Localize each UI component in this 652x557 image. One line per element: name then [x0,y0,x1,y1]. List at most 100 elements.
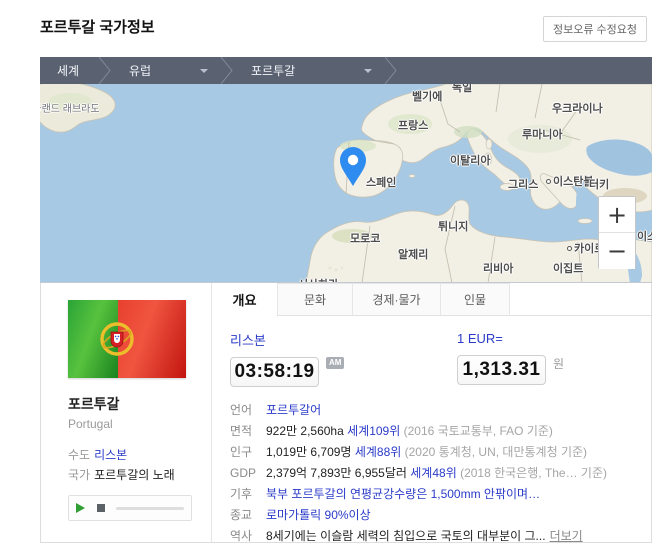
breadcrumb-separator-icon [98,57,112,84]
map-label: 알제리 [398,249,429,261]
breadcrumb-item-europe[interactable]: 유럽 [112,57,220,84]
fact-label: 기후 [230,487,253,501]
map-label: 이집트 [553,263,584,275]
tab-bar-filler [510,283,651,315]
exchange-rate-block: 1 EUR= 1,313.31 원 [457,330,564,387]
tab-economy[interactable]: 경제·물가 [352,283,440,315]
fact-text: (2016 국토교통부, FAO 기준) [400,424,553,438]
map-label: 이스라엘 [637,231,652,243]
zoom-in-button[interactable]: + [599,197,635,233]
fact-link[interactable]: 세계109위 [347,424,400,438]
country-detail-panel: 포르투갈 Portugal 수도 리스본 국가 포르투갈의 노래 개요 문화 경제·물가… [40,283,652,543]
fact-row: 종교 로마가톨릭 90%이상 [230,505,651,526]
time-currency-row: 리스본 03:58:19 AM 1 EUR= 1,313.31 원 [230,330,651,387]
map-label: 그리스 [508,179,539,191]
fact-row: 역사 8세기에는 이슬람 세력의 침입으로 국토의 대부분이 그... 더보기 [230,526,651,547]
breadcrumb-label: 포르투갈 [251,64,296,78]
fact-text: 922만 2,560ha [266,424,348,438]
fact-label: 역사 [230,529,253,543]
fact-text: (2020 통계청, UN, 대만통계청 기준) [401,445,588,459]
fact-label: 종교 [230,508,253,522]
anthem-title: 포르투갈의 노래 [94,468,175,482]
audio-progress-bar[interactable] [116,506,184,510]
anthem-label: 국가 [68,468,91,482]
currency-rate-link[interactable]: 1 EUR= [457,331,503,346]
play-button[interactable] [76,503,85,513]
fact-row: 면적 922만 2,560ha 세계109위 (2016 국토교통부, FAO 기… [230,421,651,442]
fact-text: 2,379억 7,893만 6,955달러 [266,466,411,480]
flag-emblem [100,322,134,356]
map-label: 우크라이나 [552,103,603,115]
fact-value: 2,379억 7,893만 6,955달러 세계48위 (2018 한국은행, … [266,463,607,484]
fact-label: 면적 [230,424,253,438]
breadcrumb-label: 유럽 [129,64,152,78]
location-pin-icon [340,147,366,186]
fact-value: 8세기에는 이슬람 세력의 침입으로 국토의 대부분이 그... 더보기 [266,526,583,547]
map-label: 리비아 [483,263,514,275]
local-time-display: 03:58:19 [230,357,319,387]
map-label: 모로코 [350,233,381,245]
breadcrumb: 세계 유럽 포르투갈 [40,57,652,84]
fact-value: 포르투갈어 [266,400,321,421]
capital-time-link[interactable]: 리스본 [230,330,266,349]
world-map[interactable]: 뉴펀들랜드 래브라도 벨기에 독일프랑스 우크라이나루마니아이탈리아스페인 그리스 이스탄… [40,84,652,283]
fact-row: 언어 포르투갈어 [230,400,651,421]
map-label: 튀니지 [438,221,469,233]
capital-label: 수도 [68,448,91,462]
page-header: 포르투갈 국가정보 정보오류 수정요청 [40,14,652,42]
map-label: 터키 [589,179,610,191]
map-label: 독일 [452,84,473,94]
map-label: 서사하라 [298,276,338,282]
fact-link[interactable]: 포르투갈어 [266,403,321,417]
breadcrumb-label: 세계 [57,64,80,78]
fact-value: 북부 포르투갈의 연평균강수량은 1,500mm 안팎이며… [266,484,540,505]
stop-button[interactable] [97,504,105,512]
fact-label: GDP [230,466,257,480]
fact-link[interactable]: 로마가톨릭 90%이상 [266,508,371,522]
fact-label: 인구 [230,445,253,459]
country-summary-column: 포르투갈 Portugal 수도 리스본 국가 포르투갈의 노래 [41,283,211,542]
anthem-audio-player [68,495,192,521]
report-error-button[interactable]: 정보오류 수정요청 [542,16,647,42]
fact-value: 922만 2,560ha 세계109위 (2016 국토교통부, FAO 기준) [266,421,553,442]
fact-value: 로마가톨릭 90%이상 [266,505,371,526]
capital-link[interactable]: 리스본 [94,448,127,462]
tab-bar: 개요 문화 경제·물가 인물 [212,283,651,316]
zoom-out-button[interactable]: − [599,233,635,269]
fact-link[interactable]: 세계88위 [355,445,401,459]
local-time-block: 리스본 03:58:19 AM [230,330,457,387]
exchange-rate-display: 1,313.31 [457,355,546,385]
fact-row: GDP 2,379억 7,893만 6,955달러 세계48위 (2018 한국은… [230,463,651,484]
map-label: 루마니아 [522,129,563,141]
tab-overview[interactable]: 개요 [212,283,277,316]
map-label: 이탈리아 [450,155,491,167]
fact-text: 8세기에는 이슬람 세력의 침입으로 국토의 대부분이 그... [266,529,546,543]
chevron-down-icon [200,69,208,73]
currency-unit: 원 [553,357,565,371]
fact-link[interactable]: 세계48위 [410,466,456,480]
tab-culture[interactable]: 문화 [277,283,352,315]
map-label: 뉴펀들랜드 래브라도 [40,104,100,115]
more-link[interactable]: 더보기 [550,529,583,543]
country-name-en: Portugal [68,417,113,431]
fact-value: 1,019만 6,709명 세계88위 (2020 통계청, UN, 대만통계청… [266,442,587,463]
fact-text: 1,019만 6,709명 [266,445,355,459]
fact-row: 인구 1,019만 6,709명 세계88위 (2020 통계청, UN, 대만통… [230,442,651,463]
fact-list: 언어 포르투갈어면적 922만 2,560ha 세계109위 (2016 국토교통부… [230,400,651,547]
country-name-ko: 포르투갈 [68,396,120,412]
chevron-down-icon [364,69,372,73]
portugal-flag [68,300,186,378]
map-label: 벨기에 [412,91,443,103]
country-info-page: 포르투갈 국가정보 정보오류 수정요청 세계 유럽 포르투갈 랜드 래브라도 벨… [0,0,652,557]
country-meta: 수도 리스본 국가 포르투갈의 노래 [68,445,196,485]
country-overview-column: 개요 문화 경제·물가 인물 리스본 03:58:19 AM 1 EUR= 1,313… [211,283,651,543]
breadcrumb-separator-icon [220,57,234,84]
map-label: 스페인 [366,177,397,189]
fact-row: 기후 북부 포르투갈의 연평균강수량은 1,500mm 안팎이며… [230,484,651,505]
overview-content: 리스본 03:58:19 AM 1 EUR= 1,313.31 원 언어 포르투… [212,316,651,547]
breadcrumb-item-portugal[interactable]: 포르투갈 [234,57,384,84]
fact-link[interactable]: 북부 포르투갈의 연평균강수량은 1,500mm 안팎이며… [266,487,540,501]
tab-people[interactable]: 인물 [440,283,510,315]
breadcrumb-item-world[interactable]: 세계 [40,57,98,84]
map-zoom-control: + − [598,196,636,269]
